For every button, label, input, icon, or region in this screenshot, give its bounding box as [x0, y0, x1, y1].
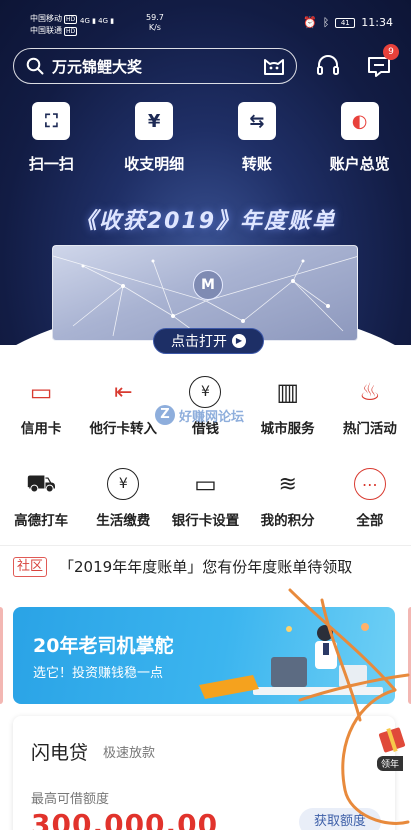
service-card-settings[interactable]: ▭ 银行卡设置	[164, 468, 246, 529]
transfer-icon: ⇆	[237, 102, 276, 140]
yuan-icon: ¥	[135, 102, 174, 140]
loan-amount: 300,000.00	[31, 808, 219, 830]
hd-badge: HD	[64, 15, 78, 24]
floating-ad[interactable]: 领年	[373, 718, 411, 771]
service-label: 银行卡设置	[171, 513, 240, 529]
service-credit-card[interactable]: ▭ 信用卡	[0, 376, 82, 437]
service-hot-events[interactable]: ♨ 热门活动	[329, 376, 411, 437]
status-right: ⏰ ᛒ 41 11:34	[303, 16, 393, 29]
service-card-transfer-in[interactable]: ⇤ 他行卡转入	[82, 376, 164, 438]
card-transfer-icon: ⇤	[114, 379, 133, 405]
quick-action-label: 账户总览	[329, 155, 390, 173]
quick-action-overview[interactable]: ◐ 账户总览	[308, 102, 411, 174]
service-bill-payment[interactable]: ¥ 生活缴费	[82, 468, 164, 529]
car-icon: ⛟	[25, 468, 57, 497]
overview-icon: ◐	[340, 102, 379, 140]
search-icon	[26, 57, 44, 75]
play-icon: ▶	[232, 334, 246, 348]
status-bar: 中国移动 HD 中国联通 HD 4G ▮ 4G ▮ 59.7 K/s ⏰ ᛒ 41 …	[0, 0, 411, 40]
promo-illustration	[199, 623, 383, 699]
payment-icon: ¥	[107, 468, 140, 500]
open-bill-label: 点击打开	[171, 334, 227, 350]
message-badge: 9	[383, 44, 399, 60]
alarm-icon: ⏰	[302, 16, 317, 29]
quick-action-scan[interactable]: ⛶ 扫一扫	[0, 102, 103, 174]
search-text: 万元锦鲤大奖	[52, 57, 143, 76]
service-label: 我的积分	[260, 513, 315, 529]
quick-action-label: 收支明细	[124, 155, 185, 173]
loan-card[interactable]: 闪电贷 极速放款 最高可借额度 300,000.00 获取额度	[13, 716, 395, 830]
clock: 11:34	[361, 16, 393, 29]
service-label: 全部	[356, 513, 384, 529]
borrow-icon: ¥	[189, 376, 222, 408]
service-taxi[interactable]: ⛟ 高德打车	[0, 468, 82, 530]
community-notice[interactable]: 社区 「2019年年度账单」您有份年度账单待领取	[13, 556, 352, 577]
service-points[interactable]: ≋ 我的积分	[247, 468, 329, 530]
carrier-1: 中国移动	[30, 14, 62, 23]
quick-action-label: 转账	[241, 155, 272, 173]
net-speed-unit: K/s	[148, 23, 161, 32]
bluetooth-icon: ᛒ	[322, 16, 330, 29]
scan-icon: ⛶	[32, 102, 71, 140]
fire-icon: ♨	[359, 378, 381, 406]
card-settings-icon: ▭	[194, 470, 217, 498]
carrier-info: 中国移动 HD 中国联通 HD	[30, 13, 78, 37]
service-label: 他行卡转入	[89, 421, 158, 437]
community-message: 「2019年年度账单」您有份年度账单待领取	[59, 558, 353, 576]
search-bar[interactable]: 万元锦鲤大奖	[13, 48, 297, 84]
message-button[interactable]: 9	[365, 44, 399, 80]
points-icon: ≋	[278, 471, 297, 497]
quick-action-transfer[interactable]: ⇆ 转账	[206, 102, 309, 174]
divider	[0, 545, 411, 546]
service-label: 生活缴费	[96, 513, 151, 529]
headset-icon[interactable]	[314, 52, 342, 80]
carousel-prev-peek	[0, 607, 3, 704]
get-limit-button[interactable]: 获取额度	[299, 808, 381, 830]
loan-title: 闪电贷	[31, 742, 89, 764]
services-row-2: ⛟ 高德打车 ¥ 生活缴费 ▭ 银行卡设置 ≋ 我的积分 ⋯ 全部	[0, 468, 411, 529]
net-speed-value: 59.7	[146, 13, 164, 22]
net-speed: 59.7 K/s	[146, 13, 164, 33]
service-all[interactable]: ⋯ 全部	[329, 468, 411, 529]
more-icon: ⋯	[353, 468, 386, 500]
hd-badge: HD	[64, 27, 78, 36]
loan-subtitle: 极速放款	[103, 746, 156, 761]
service-label: 城市服务	[260, 421, 315, 437]
community-tag: 社区	[13, 556, 48, 577]
quick-actions: ⛶ 扫一扫 ¥ 收支明细 ⇆ 转账 ◐ 账户总览	[0, 102, 411, 174]
battery-icon: 41	[335, 17, 356, 28]
cat-mascot-icon[interactable]	[262, 55, 286, 77]
floating-ad-label: 领年	[377, 756, 404, 771]
quick-action-label: 扫一扫	[28, 155, 74, 173]
watermark-logo-icon: Z	[155, 405, 175, 425]
open-bill-button[interactable]: 点击打开 ▶	[153, 328, 264, 354]
credit-card-icon: ▭	[29, 378, 53, 406]
service-label: 高德打车	[14, 513, 69, 529]
carrier-2: 中国联通	[30, 26, 62, 35]
promo-banner[interactable]: 20年老司机掌舵 选它！投资赚钱稳一点	[13, 607, 395, 704]
watermark-text: 好赚网论坛	[179, 409, 245, 425]
service-label: 热门活动	[342, 421, 397, 437]
bank-logo-icon: M	[193, 270, 223, 300]
quick-action-transactions[interactable]: ¥ 收支明细	[103, 102, 206, 174]
loan-limit-label: 最高可借额度	[31, 792, 110, 807]
city-icon: ▥	[276, 378, 299, 406]
signal-icon: 4G ▮ 4G ▮	[80, 17, 115, 25]
service-label: 信用卡	[20, 421, 62, 437]
forum-watermark: Z 好赚网论坛	[155, 405, 244, 425]
annual-bill-title: 《收获2019》年度账单	[74, 209, 337, 234]
service-city[interactable]: ▥ 城市服务	[247, 376, 329, 437]
gift-icon	[378, 727, 406, 753]
